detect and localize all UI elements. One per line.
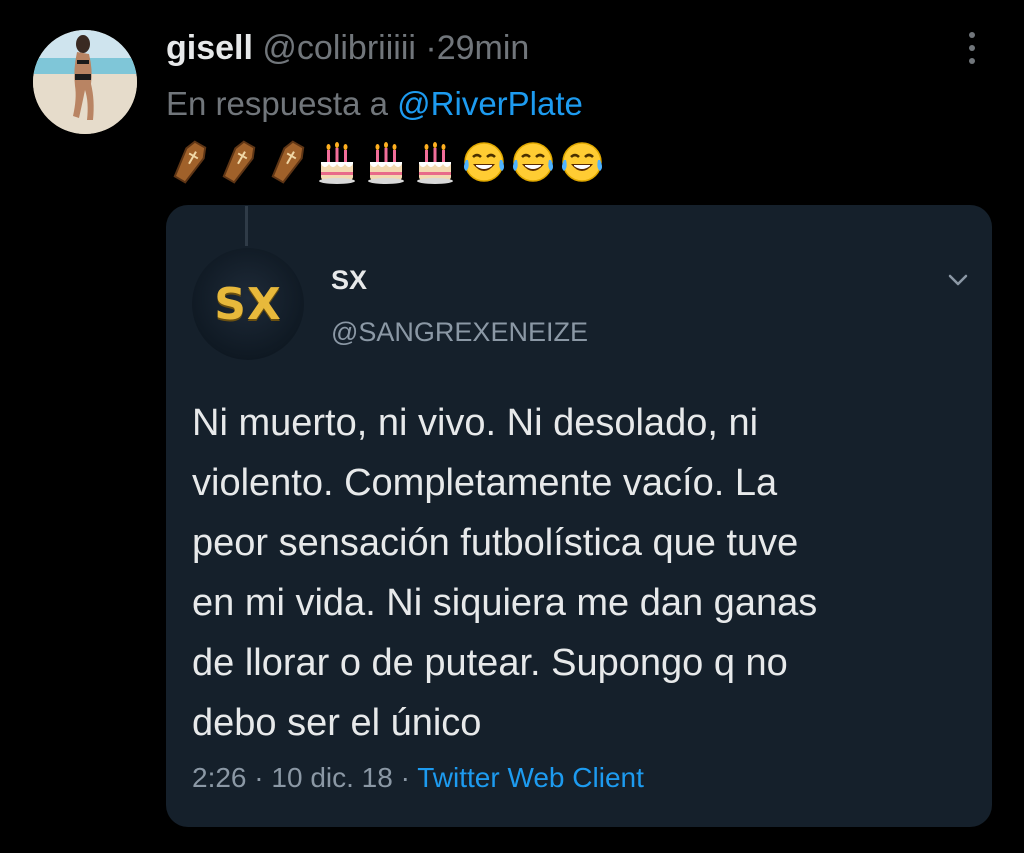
birthday-cake-emoji bbox=[368, 142, 404, 184]
more-dot bbox=[969, 32, 975, 38]
thread-connector-line bbox=[245, 206, 248, 246]
birthday-cake-emoji bbox=[319, 142, 355, 184]
birthday-cake-emoji bbox=[417, 142, 453, 184]
tweet-header: gisell @colibriiiii ·29min bbox=[166, 26, 529, 70]
author-avatar[interactable] bbox=[33, 30, 137, 134]
quoted-author-handle[interactable]: @SANGREXENEIZE bbox=[331, 314, 588, 350]
beach-photo-icon bbox=[33, 30, 137, 134]
tears-of-joy-emoji bbox=[513, 142, 553, 182]
chevron-down-icon[interactable] bbox=[944, 266, 972, 294]
more-dot bbox=[969, 58, 975, 64]
quoted-tweet-text: Ni muerto, ni vivo. Ni desolado, ni viol… bbox=[192, 402, 818, 744]
quoted-author-avatar[interactable]: SX bbox=[192, 248, 304, 360]
quoted-tweet-meta: 2:26 · 10 dic. 18 · Twitter Web Client bbox=[192, 758, 644, 798]
tears-of-joy-emoji bbox=[562, 142, 602, 182]
tears-of-joy-emoji bbox=[464, 142, 504, 182]
quoted-author-name[interactable]: SX bbox=[331, 262, 367, 298]
coffin-emoji bbox=[173, 140, 207, 184]
quoted-time[interactable]: 2:26 bbox=[192, 762, 247, 793]
meta-separator: · bbox=[254, 762, 264, 793]
reply-to-link[interactable]: @RiverPlate bbox=[397, 85, 583, 122]
quoted-avatar-logo-text: SX bbox=[214, 278, 282, 330]
tweet-time[interactable]: 29min bbox=[437, 29, 530, 67]
more-options-icon[interactable] bbox=[960, 28, 984, 68]
author-name[interactable]: gisell bbox=[166, 29, 253, 67]
author-handle[interactable]: @colibriiiii bbox=[262, 29, 416, 67]
meta-separator: · bbox=[400, 762, 410, 793]
tweet-emoji-text bbox=[166, 136, 606, 188]
reply-context: En respuesta a @RiverPlate bbox=[166, 82, 583, 126]
quoted-date[interactable]: 10 dic. 18 bbox=[271, 762, 392, 793]
coffin-emoji bbox=[222, 140, 256, 184]
header-separator: · bbox=[425, 29, 437, 67]
coffin-emoji bbox=[271, 140, 305, 184]
quoted-source-link[interactable]: Twitter Web Client bbox=[417, 762, 644, 793]
more-dot bbox=[969, 45, 975, 51]
reply-prefix: En respuesta a bbox=[166, 85, 388, 122]
